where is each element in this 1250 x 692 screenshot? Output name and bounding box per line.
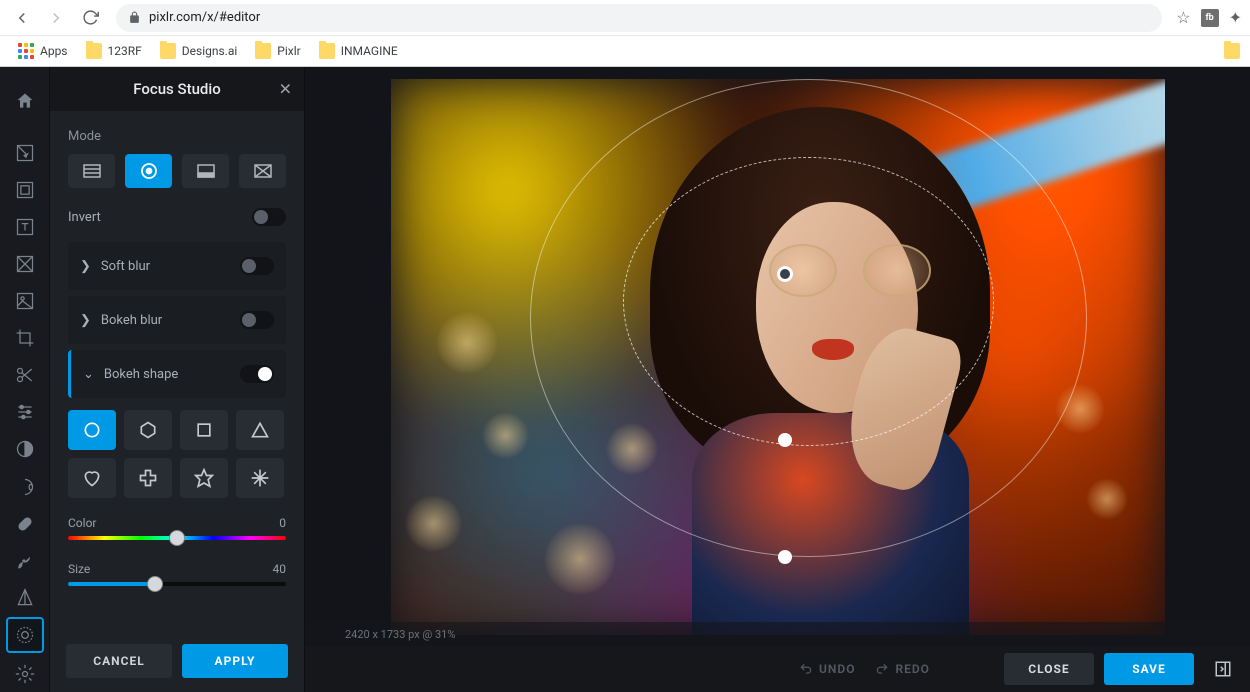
reload-button[interactable]: [76, 4, 104, 32]
bokeh-blur-toggle[interactable]: [240, 311, 274, 329]
chevron-right-icon: ❯: [80, 259, 91, 274]
chevron-right-icon: ❯: [80, 313, 91, 328]
folder-icon[interactable]: [1224, 43, 1240, 59]
bottom-bar: UNDO REDO CLOSE SAVE: [305, 646, 1250, 692]
apply-button[interactable]: APPLY: [182, 644, 288, 678]
save-button[interactable]: SAVE: [1104, 653, 1194, 685]
address-bar[interactable]: pixlr.com/x/#editor: [116, 4, 1162, 32]
text-tool-icon[interactable]: [6, 209, 44, 244]
shape-star[interactable]: [180, 458, 228, 498]
invert-label: Invert: [68, 210, 101, 225]
canvas-area: [305, 67, 1250, 692]
section-bokeh-blur[interactable]: ❯Bokeh blur: [68, 296, 286, 344]
close-button[interactable]: CLOSE: [1004, 653, 1094, 685]
shape-hexagon[interactable]: [124, 410, 172, 450]
draw-tool-icon[interactable]: [6, 543, 44, 578]
bookmark-inmagine[interactable]: INMAGINE: [311, 39, 406, 63]
side-panel: Focus Studio ✕ Mode Invert ❯Soft blur ❯B…: [50, 67, 305, 692]
shape-sparkle[interactable]: [236, 458, 284, 498]
shape-heart[interactable]: [68, 458, 116, 498]
crop-tool-icon[interactable]: [6, 321, 44, 356]
heal-tool-icon[interactable]: [6, 506, 44, 541]
home-icon[interactable]: [6, 83, 44, 118]
folder-icon: [160, 43, 176, 59]
canvas-image[interactable]: [391, 79, 1165, 635]
redo-button[interactable]: REDO: [875, 662, 929, 676]
close-icon[interactable]: ✕: [279, 80, 292, 99]
section-bokeh-shape[interactable]: ⌄Bokeh shape: [68, 350, 286, 398]
shape-triangle[interactable]: [236, 410, 284, 450]
folder-icon: [86, 43, 102, 59]
mode-full[interactable]: [182, 154, 229, 188]
arrange-tool-icon[interactable]: [6, 135, 44, 170]
lock-icon: [128, 11, 141, 24]
folder-icon: [255, 43, 271, 59]
size-label: Size: [68, 562, 90, 576]
shape-plus[interactable]: [124, 458, 172, 498]
apps-bookmark[interactable]: Apps: [10, 39, 76, 63]
size-value: 40: [273, 562, 287, 576]
bokeh-shape-toggle[interactable]: [240, 365, 274, 383]
color-label: Color: [68, 516, 96, 530]
color-slider[interactable]: [68, 536, 286, 540]
mode-label: Mode: [68, 129, 286, 144]
bookmark-designsai[interactable]: Designs.ai: [152, 39, 246, 63]
status-bar: 2420 x 1733 px @ 31%: [305, 622, 1250, 646]
apps-icon: [18, 43, 34, 59]
bookmarks-bar: Apps 123RF Designs.ai Pixlr INMAGINE: [0, 35, 1250, 67]
folder-icon: [319, 43, 335, 59]
cutout-tool-icon[interactable]: [6, 358, 44, 393]
settings-icon[interactable]: [6, 657, 44, 692]
focus-tool-icon[interactable]: [6, 617, 44, 652]
url-text: pixlr.com/x/#editor: [149, 10, 260, 25]
fill-tool-icon[interactable]: [6, 246, 44, 281]
color-value: 0: [279, 516, 286, 530]
mode-linear[interactable]: [68, 154, 115, 188]
size-slider[interactable]: [68, 582, 286, 586]
liquify-tool-icon[interactable]: [6, 469, 44, 504]
puzzle-icon[interactable]: ✦: [1229, 8, 1242, 27]
star-icon[interactable]: ☆: [1176, 8, 1190, 27]
forward-button[interactable]: [42, 4, 70, 32]
undo-button[interactable]: UNDO: [799, 662, 855, 676]
mode-none[interactable]: [239, 154, 286, 188]
contrast-tool-icon[interactable]: [6, 432, 44, 467]
cancel-button[interactable]: CANCEL: [66, 644, 172, 678]
adjust-tool-icon[interactable]: [6, 395, 44, 430]
panel-title: Focus Studio: [133, 80, 220, 98]
extension-icon[interactable]: fb: [1201, 9, 1219, 27]
image-tool-icon[interactable]: [6, 283, 44, 318]
canvas-viewport[interactable]: [305, 67, 1250, 692]
back-button[interactable]: [8, 4, 36, 32]
bookmark-pixlr[interactable]: Pixlr: [247, 39, 308, 63]
browser-toolbar: pixlr.com/x/#editor ☆ fb ✦: [0, 0, 1250, 35]
frame-tool-icon[interactable]: [6, 172, 44, 207]
invert-toggle[interactable]: [252, 208, 286, 226]
tool-rail: [0, 67, 50, 692]
bookmark-123rf[interactable]: 123RF: [78, 39, 150, 63]
soft-blur-toggle[interactable]: [240, 257, 274, 275]
chevron-down-icon: ⌄: [83, 367, 94, 382]
mode-radial[interactable]: [125, 154, 172, 188]
shape-circle[interactable]: [68, 410, 116, 450]
panel-header: Focus Studio ✕: [50, 67, 304, 111]
toggle-right-panel-icon[interactable]: [1210, 653, 1236, 685]
canvas-dimensions: 2420 x 1733 px @ 31%: [345, 628, 455, 641]
sharpen-tool-icon[interactable]: [6, 580, 44, 615]
section-soft-blur[interactable]: ❯Soft blur: [68, 242, 286, 290]
shape-square[interactable]: [180, 410, 228, 450]
